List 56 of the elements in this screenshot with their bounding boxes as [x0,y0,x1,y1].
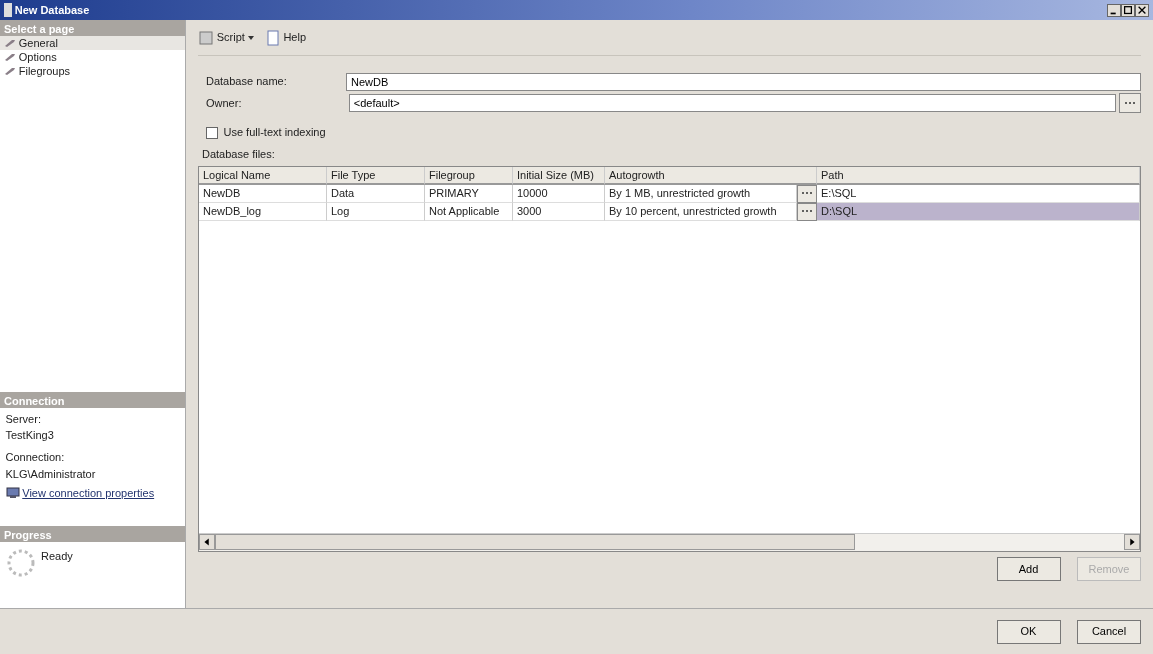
checkbox[interactable] [206,126,218,139]
page-item[interactable]: General [0,36,185,50]
server-value: TestKing3 [5,428,55,444]
connection-value: KLG\Administrator [5,466,97,482]
properties-link[interactable]: View connection properties [22,485,155,502]
caret-icon [247,35,254,40]
section-header: Select a page [0,20,185,36]
table-cell: By 1 MB, unrestricted growth [605,184,797,203]
field-label: Owner: [206,96,243,111]
ellipsis-icon [802,209,812,214]
section-label: Database files: [201,147,276,163]
table-cell: NewDB_log [199,202,327,221]
scroll-left-button[interactable] [199,534,215,550]
maximize-button[interactable] [1121,3,1135,17]
table-cell: Data [327,184,425,203]
ellipsis-icon [1125,101,1135,106]
window-title: New Database [14,2,90,18]
table-cell: E:\SQL [817,184,1140,203]
monitor-icon [5,487,20,500]
action-button[interactable]: Add [996,557,1061,581]
dialog-button[interactable]: Cancel [1077,619,1141,644]
help-button[interactable]: Help [264,29,306,46]
connection-label: Connection: [5,450,66,466]
dialog-button[interactable]: OK [996,619,1061,644]
script-button[interactable]: Script [198,29,254,46]
table-cell: Not Applicable [425,202,513,221]
spinner-icon [5,547,36,578]
field-label: Database name: [206,74,288,90]
table-cell: PRIMARY [425,184,513,203]
page-item[interactable]: Filegroups [0,64,185,78]
browse-button[interactable] [1119,93,1141,114]
owner-field[interactable]: <default> [348,94,1117,113]
table-cell: 3000 [513,202,605,221]
table-cell: Log [327,202,425,221]
table-cell: By 10 percent, unrestricted growth [605,202,797,221]
scrollbar-thumb[interactable] [215,534,855,550]
table-cell: NewDB [199,184,327,203]
section-header: Progress [0,526,185,542]
scroll-right-button[interactable] [1124,534,1140,550]
column-header: Autogrowth [605,166,817,185]
column-header: Path [817,166,1140,185]
status-text: Ready [41,548,73,564]
name-field[interactable]: NewDB [346,72,1141,91]
table-cell: 10000 [513,184,605,203]
close-button[interactable] [1135,3,1149,17]
page-item[interactable]: Options [0,50,185,64]
server-label: Server: [5,411,42,427]
section-header: Connection [0,392,185,408]
column-header: File Type [327,166,425,185]
column-header: Initial Size (MB) [513,166,605,185]
page-icon [264,29,281,46]
column-header: Filegroup [425,166,513,185]
column-header: Logical Name [199,166,327,185]
checkbox-label: Use full-text indexing [223,125,326,141]
ellipsis-icon [802,191,812,196]
minimize-button[interactable] [1107,3,1121,17]
